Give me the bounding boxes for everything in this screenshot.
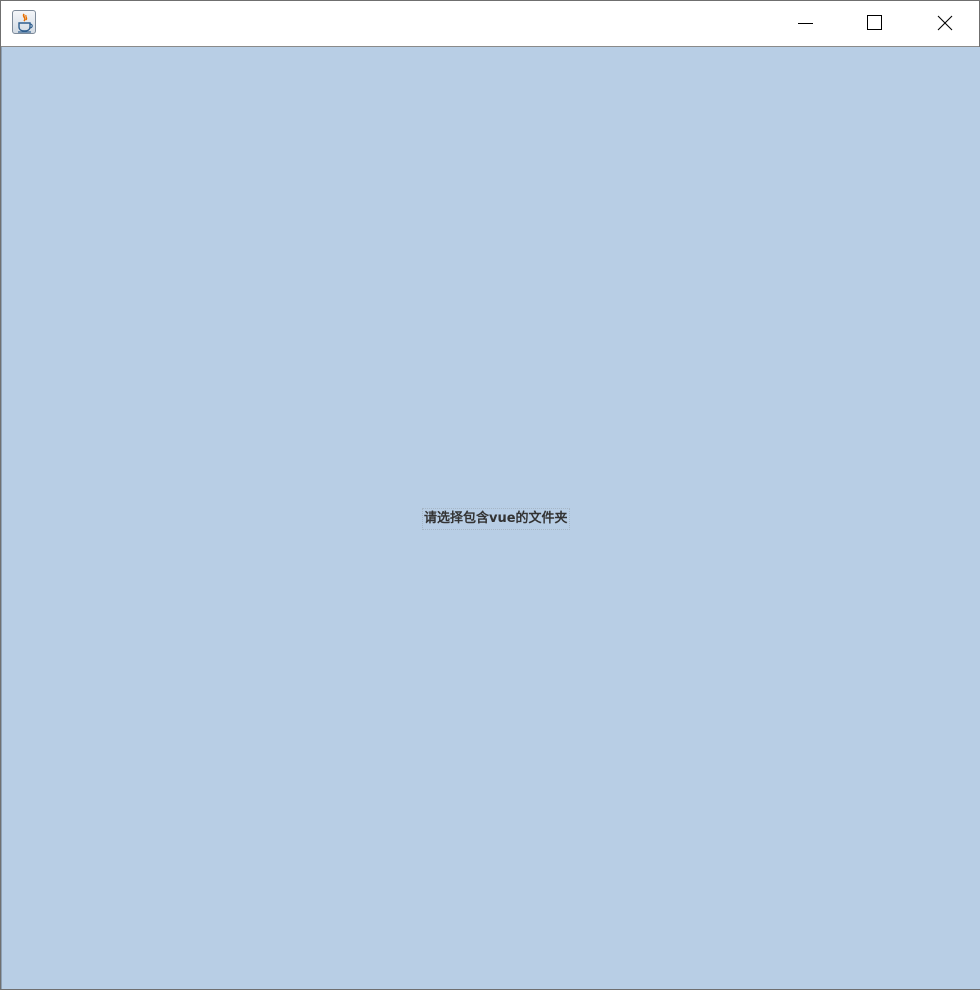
app-window: 请选择包含vue的文件夹	[0, 0, 980, 990]
minimize-icon	[798, 23, 813, 24]
java-coffee-cup-icon[interactable]	[12, 10, 36, 34]
maximize-icon	[867, 15, 882, 30]
drop-target-panel[interactable]: 请选择包含vue的文件夹	[1, 47, 980, 989]
select-folder-prompt: 请选择包含vue的文件夹	[422, 508, 570, 530]
close-icon	[937, 15, 953, 31]
maximize-button[interactable]	[840, 1, 910, 46]
close-button[interactable]	[910, 1, 980, 46]
minimize-button[interactable]	[770, 1, 840, 46]
title-bar[interactable]	[1, 1, 979, 47]
